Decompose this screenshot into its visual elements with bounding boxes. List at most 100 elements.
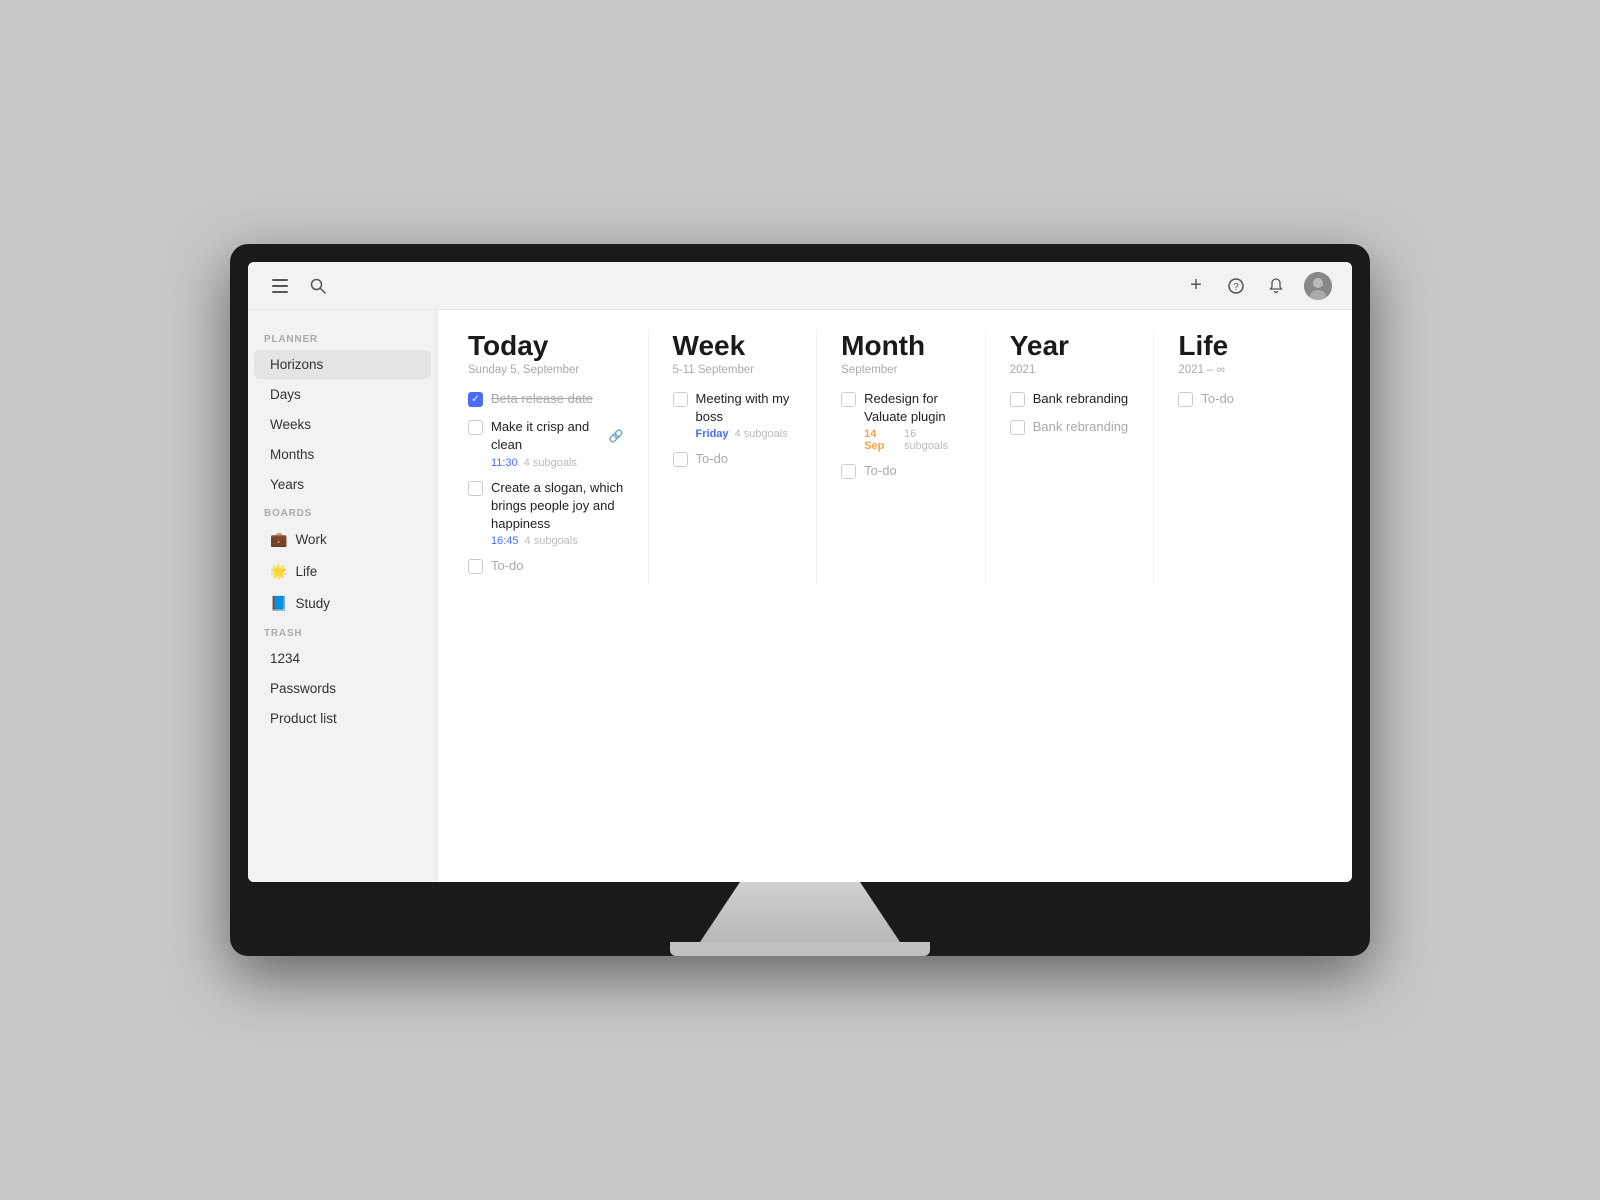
trash-1234-label: 1234 <box>270 651 300 666</box>
life-column: Life 2021 – ∞ To-do <box>1178 330 1322 585</box>
month-subtitle: September <box>841 364 961 376</box>
table-row: Bank rebranding <box>1010 390 1130 408</box>
sidebar: PLANNER Horizons Days Weeks Months Years <box>248 310 438 882</box>
product-list-label: Product list <box>270 711 337 726</box>
menu-icon[interactable] <box>268 274 292 298</box>
study-icon: 📘 <box>270 595 287 612</box>
task-content-meeting: Meeting with my boss Friday 4 subgoals <box>696 390 793 440</box>
task-content-slogan: Create a slogan, which brings people joy… <box>491 479 624 548</box>
task-title-redesign: Redesign for Valuate plugin <box>864 391 945 424</box>
week-subtitle: 5-11 September <box>673 364 793 376</box>
sidebar-item-days[interactable]: Days <box>254 380 431 409</box>
task-title-year-todo: Bank rebranding <box>1033 419 1128 434</box>
task-title-life-todo: To-do <box>1201 391 1234 406</box>
table-row: Redesign for Valuate plugin 14 Sep 16 su… <box>841 390 961 452</box>
sidebar-item-work[interactable]: 💼 Work <box>254 524 431 555</box>
task-subgoals-crisp: 4 subgoals <box>524 457 577 469</box>
main-layout: PLANNER Horizons Days Weeks Months Years <box>248 310 1352 882</box>
year-column: Year 2021 Bank rebranding <box>1010 330 1155 585</box>
table-row: Beta release date <box>468 390 624 408</box>
help-icon[interactable]: ? <box>1224 274 1248 298</box>
task-date-meeting: Friday <box>696 428 729 440</box>
life-subtitle: 2021 – ∞ <box>1178 364 1298 376</box>
task-checkbox-beta[interactable] <box>468 392 483 407</box>
task-time-slogan: 16:45 <box>491 535 519 547</box>
task-subgoals-slogan: 4 subgoals <box>525 535 578 547</box>
task-content-redesign: Redesign for Valuate plugin 14 Sep 16 su… <box>864 390 961 452</box>
task-time-crisp: 11:30 <box>491 457 518 469</box>
week-column: Week 5-11 September Meeting with my boss… <box>673 330 818 585</box>
table-row: Make it crisp and clean 🔗 11:30 4 subgoa… <box>468 418 624 468</box>
today-column: Today Sunday 5, September Beta release d… <box>468 330 649 585</box>
task-meta-crisp: 11:30 4 subgoals <box>491 457 624 469</box>
table-row: Create a slogan, which brings people joy… <box>468 479 624 548</box>
task-checkbox-life-todo[interactable] <box>1178 392 1193 407</box>
sidebar-item-study[interactable]: 📘 Study <box>254 588 431 619</box>
work-label: Work <box>295 532 326 547</box>
task-title-beta: Beta release date <box>491 391 593 406</box>
task-content-life-todo: To-do <box>1201 390 1298 408</box>
boards-section-label: BOARDS <box>248 500 437 523</box>
task-title-slogan: Create a slogan, which brings people joy… <box>491 480 623 531</box>
sidebar-item-product-list[interactable]: Product list <box>254 704 431 733</box>
table-row: To-do <box>468 557 624 575</box>
task-content-crisp: Make it crisp and clean 🔗 11:30 4 subgoa… <box>491 418 624 468</box>
month-column: Month September Redesign for Valuate plu… <box>841 330 986 585</box>
avatar[interactable] <box>1304 272 1332 300</box>
task-checkbox-crisp[interactable] <box>468 420 483 435</box>
task-checkbox-month-todo[interactable] <box>841 464 856 479</box>
task-checkbox-week-todo[interactable] <box>673 452 688 467</box>
month-title: Month <box>841 330 961 362</box>
task-title-today-todo: To-do <box>491 558 524 573</box>
trash-section-label: TRASH <box>248 620 437 643</box>
task-checkbox-today-todo[interactable] <box>468 559 483 574</box>
task-meta-meeting: Friday 4 subgoals <box>696 428 793 440</box>
task-subcount-redesign: 16 subgoals <box>904 428 961 452</box>
task-checkbox-year-todo[interactable] <box>1010 420 1025 435</box>
sidebar-item-1234[interactable]: 1234 <box>254 644 431 673</box>
task-title-month-todo: To-do <box>864 463 897 478</box>
horizons-label: Horizons <box>270 357 323 372</box>
life-title: Life <box>1178 330 1298 362</box>
sidebar-item-months[interactable]: Months <box>254 440 431 469</box>
task-checkbox-redesign[interactable] <box>841 392 856 407</box>
life-icon: 🌟 <box>270 563 287 580</box>
today-title: Today <box>468 330 624 362</box>
add-button[interactable]: + <box>1184 274 1208 298</box>
today-subtitle: Sunday 5, September <box>468 364 624 376</box>
topbar: + ? <box>248 262 1352 310</box>
task-checkbox-bank[interactable] <box>1010 392 1025 407</box>
weeks-label: Weeks <box>270 417 311 432</box>
task-content-week-todo: To-do <box>696 450 793 468</box>
bell-icon[interactable] <box>1264 274 1288 298</box>
sidebar-item-passwords[interactable]: Passwords <box>254 674 431 703</box>
task-checkbox-slogan[interactable] <box>468 481 483 496</box>
sidebar-item-horizons[interactable]: Horizons <box>254 350 431 379</box>
search-icon[interactable] <box>306 274 330 298</box>
sidebar-item-years[interactable]: Years <box>254 470 431 499</box>
task-content-month-todo: To-do <box>864 462 961 480</box>
life-board-label: Life <box>295 564 317 579</box>
columns-row: Today Sunday 5, September Beta release d… <box>468 330 1322 585</box>
task-title-crisp: Make it crisp and clean <box>491 418 601 454</box>
table-row: To-do <box>1178 390 1298 408</box>
attach-icon: 🔗 <box>609 429 624 443</box>
years-label: Years <box>270 477 304 492</box>
task-content-year-todo: Bank rebranding <box>1033 418 1130 436</box>
planner-section-label: PLANNER <box>248 326 437 349</box>
sidebar-item-life[interactable]: 🌟 Life <box>254 556 431 587</box>
task-title-meeting: Meeting with my boss <box>696 391 790 424</box>
task-date-redesign: 14 Sep <box>864 428 898 452</box>
task-content-beta: Beta release date <box>491 390 624 408</box>
table-row: Meeting with my boss Friday 4 subgoals <box>673 390 793 440</box>
sidebar-item-weeks[interactable]: Weeks <box>254 410 431 439</box>
task-checkbox-meeting[interactable] <box>673 392 688 407</box>
table-row: To-do <box>841 462 961 480</box>
task-meta-slogan: 16:45 4 subgoals <box>491 535 624 547</box>
topbar-right: + ? <box>1184 272 1332 300</box>
task-content-today-todo: To-do <box>491 557 624 575</box>
task-subcount-meeting: 4 subgoals <box>735 428 788 440</box>
task-content-bank: Bank rebranding <box>1033 390 1130 408</box>
work-icon: 💼 <box>270 531 287 548</box>
passwords-label: Passwords <box>270 681 336 696</box>
